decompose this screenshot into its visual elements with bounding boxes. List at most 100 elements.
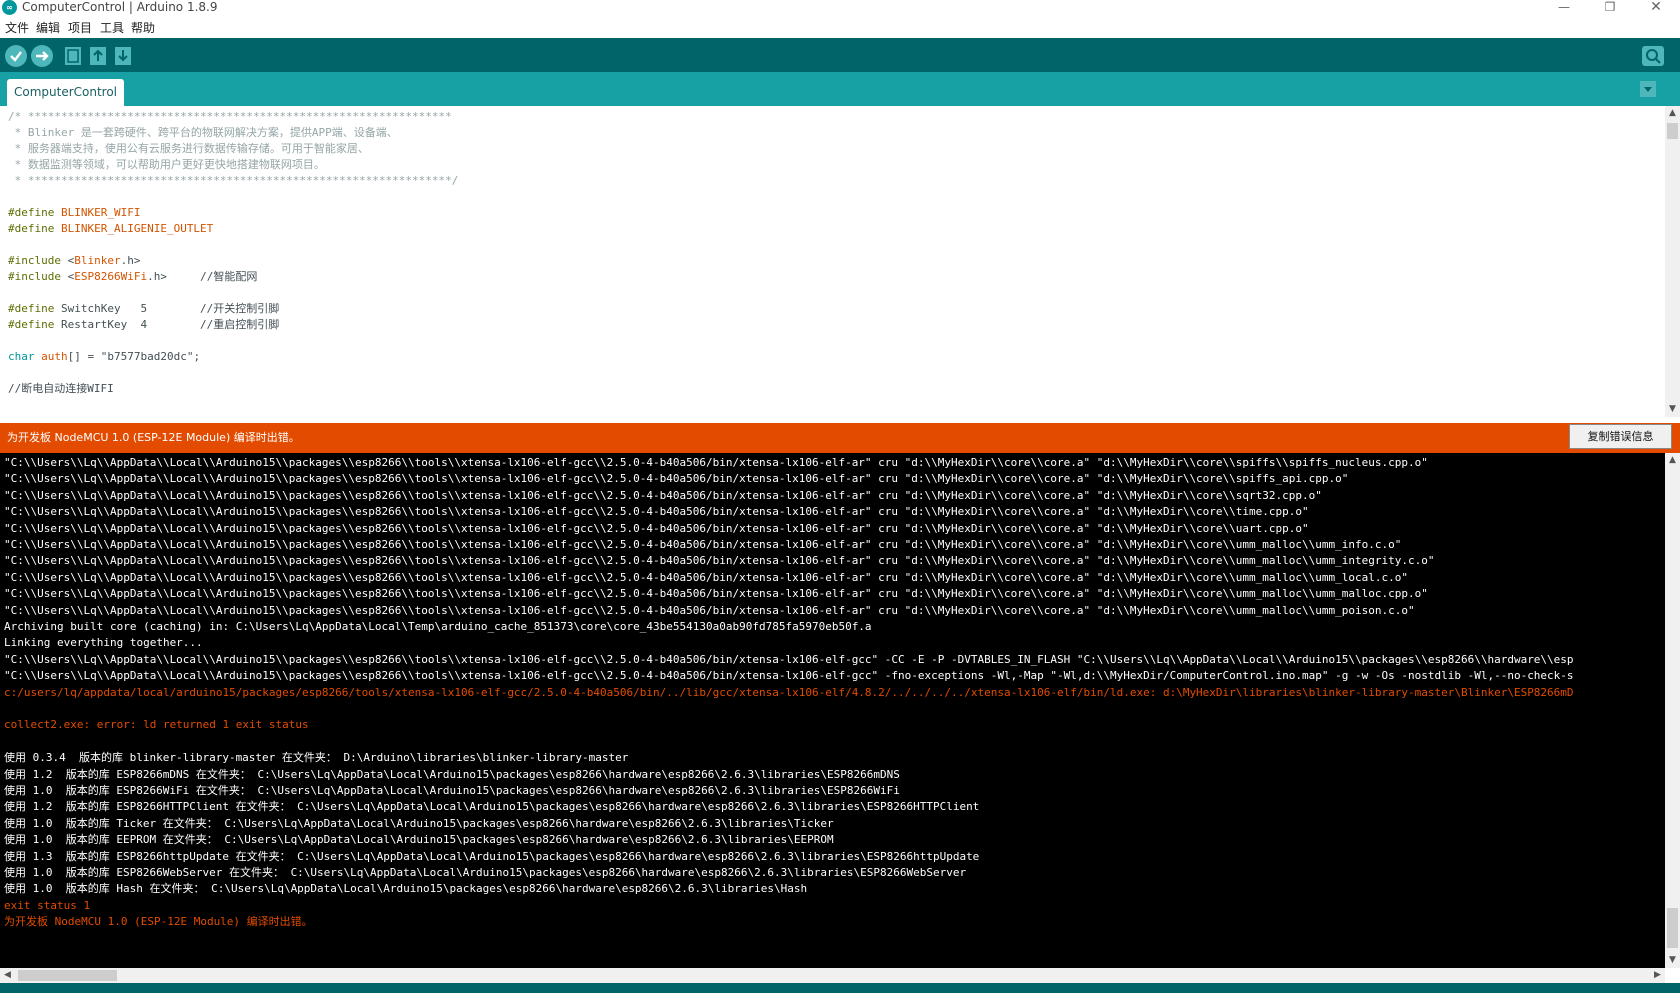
menu-bar: 文件 编辑 项目 工具 帮助	[0, 18, 1680, 38]
console-line: "C:\\Users\\Lq\\AppData\\Local\\Arduino1…	[4, 603, 1415, 617]
upload-button[interactable]	[31, 45, 53, 67]
code-token: RestartKey 4 //重启控制引脚	[60, 318, 280, 331]
console-line: 使用 1.2 版本的库 ESP8266HTTPClient 在文件夹： C:\U…	[4, 800, 980, 814]
code-token: char	[8, 350, 42, 363]
console-line: 使用 1.0 版本的库 ESP8266WebServer 在文件夹： C:\Us…	[4, 866, 967, 879]
scroll-right-icon[interactable]: ▶	[1650, 968, 1665, 983]
minimize-button[interactable]: —	[1544, 0, 1584, 15]
close-button[interactable]: ✕	[1636, 0, 1676, 15]
code-line: char auth[] = "b7577bad20dc";	[8, 349, 200, 365]
bottom-strip	[0, 983, 1680, 993]
code-token: BLINKER_WIFI	[60, 206, 141, 219]
console-hscroll-thumb[interactable]	[18, 970, 117, 981]
console-line: "C:\\Users\\Lq\\AppData\\Local\\Arduino1…	[4, 587, 1428, 601]
console-line: "C:\\Users\\Lq\\AppData\\Local\\Arduino1…	[4, 505, 1309, 519]
console-line: "C:\\Users\\Lq\\AppData\\Local\\Arduino1…	[4, 488, 1322, 502]
code-line: * 数据监测等领域，可以帮助用户更好更快地搭建物联网项目。	[8, 157, 325, 173]
toolbar	[0, 38, 1680, 72]
console-scrollbar[interactable]: ▲ ▼	[1665, 453, 1680, 968]
console-line: 使用 1.3 版本的库 ESP8266httpUpdate 在文件夹： C:\U…	[4, 849, 980, 863]
console-line: "C:\\Users\\Lq\\AppData\\Local\\Arduino1…	[4, 521, 1309, 535]
save-sketch-button[interactable]	[112, 45, 134, 67]
open-sketch-button[interactable]	[87, 45, 109, 67]
code-line: #include <ESP8266WiFi.h> //智能配网	[8, 269, 257, 285]
editor-scrollbar[interactable]: ▲ ▼	[1665, 106, 1680, 417]
new-file-icon	[65, 47, 81, 65]
code-token: auth	[41, 350, 68, 363]
scroll-left-icon[interactable]: ◀	[0, 968, 15, 983]
code-line: #define SwitchKey 5 //开关控制引脚	[8, 301, 279, 317]
code-token: SwitchKey 5 //开关控制引脚	[60, 302, 280, 315]
console-error-line: collect2.exe: error: ld returned 1 exit …	[4, 718, 309, 732]
verify-button[interactable]	[5, 45, 27, 67]
code-token: * 数据监测等领域，可以帮助用户更好更快地搭建物联网项目。	[8, 158, 325, 171]
arrow-down-icon	[115, 47, 131, 65]
tab-menu-button[interactable]	[1640, 81, 1656, 97]
scroll-up-icon[interactable]: ▲	[1665, 453, 1680, 468]
console-horizontal-scrollbar[interactable]: ◀ ▶	[0, 968, 1665, 983]
code-token: /* *************************************…	[8, 110, 452, 123]
new-sketch-button[interactable]	[62, 45, 84, 67]
console-error-line: c:/users/lq/appdata/local/arduino15/pack…	[4, 685, 1574, 699]
scroll-down-icon[interactable]: ▼	[1665, 402, 1680, 417]
code-line: #include <Blinker.h>	[8, 253, 140, 269]
console-line: Archiving built core (caching) in: C:\Us…	[4, 620, 872, 633]
console-line: 使用 0.3.4 版本的库 blinker-library-master 在文件…	[4, 751, 629, 765]
code-token: //智能配网	[200, 270, 258, 283]
console-output[interactable]: "C:\\Users\\Lq\\AppData\\Local\\Arduino1…	[0, 453, 1665, 968]
console-scroll-thumb[interactable]	[1667, 908, 1678, 948]
magnifier-icon	[1646, 49, 1661, 64]
menu-tools[interactable]: 工具	[100, 20, 124, 36]
maximize-button[interactable]: ❐	[1590, 0, 1630, 15]
arrow-right-icon	[36, 51, 49, 61]
code-token: #define	[8, 206, 61, 219]
code-token: BLINKER_ALIGENIE_OUTLET	[60, 222, 214, 235]
code-token: .h>	[120, 254, 141, 267]
scroll-down-icon[interactable]: ▼	[1665, 953, 1680, 968]
code-token: [] = "b7577bad20dc";	[67, 350, 201, 363]
console-line: Linking everything together...	[4, 636, 203, 650]
code-token: #define	[8, 318, 61, 331]
code-line: * **************************************…	[8, 173, 459, 189]
code-token: .h>	[147, 270, 201, 283]
code-editor[interactable]: /* *************************************…	[0, 106, 1665, 417]
code-token: #define	[8, 302, 61, 315]
code-line: /* *************************************…	[8, 109, 452, 125]
code-token: Blinker	[74, 254, 121, 267]
arrow-up-icon	[90, 47, 106, 65]
console-line: 使用 1.0 版本的库 ESP8266WiFi 在文件夹： C:\Users\L…	[4, 784, 900, 797]
console-line: "C:\\Users\\Lq\\AppData\\Local\\Arduino1…	[4, 538, 1402, 551]
arduino-logo-icon: ∞	[2, 0, 17, 15]
console-line: "C:\\Users\\Lq\\AppData\\Local\\Arduino1…	[4, 669, 1574, 683]
scroll-up-icon[interactable]: ▲	[1665, 106, 1680, 121]
chevron-down-icon	[1644, 87, 1652, 92]
menu-file[interactable]: 文件	[5, 20, 29, 36]
menu-edit[interactable]: 编辑	[36, 20, 60, 36]
console-line: "C:\\Users\\Lq\\AppData\\Local\\Arduino1…	[4, 472, 1349, 486]
code-line: #define BLINKER_ALIGENIE_OUTLET	[8, 221, 213, 237]
console-line: "C:\\Users\\Lq\\AppData\\Local\\Arduino1…	[4, 570, 1408, 584]
code-token: * **************************************…	[8, 174, 459, 187]
code-token: * 服务器端支持，使用公有云服务进行数据传输存储。可用于智能家居、	[8, 142, 369, 155]
code-line: //断电自动连接WIFI	[8, 381, 114, 397]
tab-computercontrol[interactable]: ComputerControl	[7, 79, 124, 106]
console-line: 使用 1.0 版本的库 Ticker 在文件夹： C:\Users\Lq\App…	[4, 816, 834, 830]
code-token: #define	[8, 222, 61, 235]
code-token: #include	[8, 254, 68, 267]
copy-error-button[interactable]: 复制错误信息	[1569, 424, 1672, 449]
console-error-line: exit status 1	[4, 898, 91, 912]
console-line: 使用 1.2 版本的库 ESP8266mDNS 在文件夹： C:\Users\L…	[4, 767, 900, 781]
menu-help[interactable]: 帮助	[131, 20, 155, 36]
code-line: * 服务器端支持，使用公有云服务进行数据传输存储。可用于智能家居、	[8, 141, 369, 157]
console-line: "C:\\Users\\Lq\\AppData\\Local\\Arduino1…	[4, 554, 1435, 568]
editor-scroll-thumb[interactable]	[1667, 123, 1678, 139]
serial-monitor-button[interactable]	[1642, 46, 1664, 66]
code-token: //断电自动连接WIFI	[8, 382, 114, 395]
status-message: 为开发板 NodeMCU 1.0 (ESP-12E Module) 编译时出错。	[7, 431, 300, 444]
code-line: * Blinker 是一套跨硬件、跨平台的物联网解决方案，提供APP端、设备端、	[8, 125, 398, 141]
title-bar: ∞ ComputerControl | Arduino 1.8.9 — ❐ ✕	[0, 0, 1680, 16]
console-error-line: 为开发板 NodeMCU 1.0 (ESP-12E Module) 编译时出错。	[4, 915, 313, 929]
tab-bar: ComputerControl	[0, 72, 1680, 106]
menu-sketch[interactable]: 项目	[68, 20, 92, 36]
code-line: #define BLINKER_WIFI	[8, 205, 140, 221]
